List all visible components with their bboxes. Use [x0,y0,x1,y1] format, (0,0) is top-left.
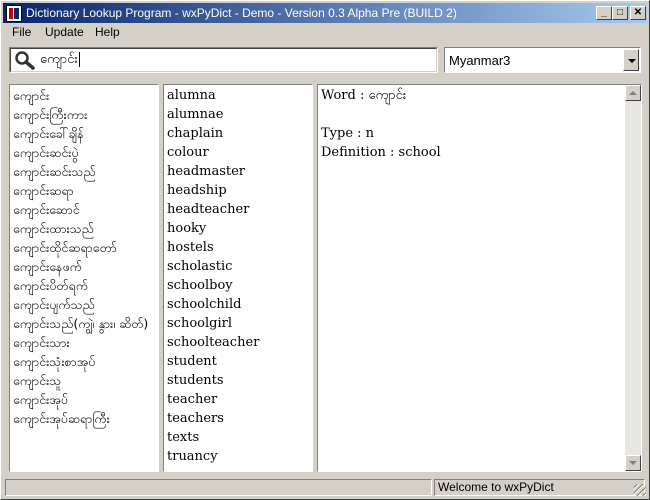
english-list: alumna alumnae chaplain colour headmaste… [164,85,312,466]
list-item[interactable]: ကျောင်းဆင်းပွဲ [13,143,158,162]
list-item[interactable]: truancy [167,447,312,466]
list-item[interactable]: texts [167,428,312,447]
list-item[interactable]: ကျောင်းအုပ် [13,390,158,409]
list-item[interactable]: ကျောင်းသည်(ကျွဲ၊ နွား၊ ဆိတ်) [13,314,158,333]
menu-bar: File Update Help [3,24,647,42]
list-item[interactable]: teachers [167,409,312,428]
app-icon[interactable] [6,5,22,22]
definition-content: Word : ကျောင်း Type : n Definition : sch… [321,86,441,162]
status-message: Welcome to wxPyDict [434,479,645,496]
minimize-button[interactable]: _ [596,6,612,20]
list-item[interactable]: hostels [167,238,312,257]
search-input[interactable]: ကျောင်း [40,51,420,69]
list-item[interactable]: ကျောင်းသုံးစာအုပ် [13,352,158,371]
list-item[interactable]: schoolboy [167,276,312,295]
dropdown-arrow-icon[interactable] [623,49,639,71]
scroll-down-icon[interactable] [625,455,641,471]
menu-update[interactable]: Update [45,25,84,39]
status-field-left [5,479,432,496]
close-button[interactable]: ✕ [630,6,646,20]
font-select-value: Myanmar3 [449,53,511,68]
search-input-value: ကျောင်း [40,52,78,67]
list-item[interactable]: ကျောင်း [13,86,158,105]
list-item[interactable]: schoolchild [167,295,312,314]
list-item[interactable]: hooky [167,219,312,238]
list-item[interactable]: schoolteacher [167,333,312,352]
title-bar[interactable]: Dictionary Lookup Program - wxPyDict - D… [3,3,647,23]
list-item[interactable]: ကျောင်းပိတ်ရက် [13,276,158,295]
definition-text: Definition : school [321,145,441,160]
list-item[interactable]: ကျောင်းသူ [13,371,158,390]
list-item[interactable]: alumna [167,86,312,105]
english-word-list[interactable]: alumna alumnae chaplain colour headmaste… [163,84,313,472]
list-item[interactable]: ကျောင်းဆင်းသည် [13,162,158,181]
list-item[interactable]: teacher [167,390,312,409]
definition-type: Type : n [321,126,375,141]
text-caret [78,52,80,67]
definition-scrollbar[interactable] [625,85,641,471]
list-item[interactable]: alumnae [167,105,312,124]
list-item[interactable]: headteacher [167,200,312,219]
list-item[interactable]: ကျောင်းပျက်သည် [13,295,158,314]
resize-grip-icon[interactable] [634,484,646,496]
list-item[interactable]: ကျောင်းဆရာ [13,181,158,200]
list-item[interactable]: ကျောင်းဆောင် [13,200,158,219]
status-bar: Welcome to wxPyDict [3,478,647,497]
list-item[interactable]: student [167,352,312,371]
list-item[interactable]: ကျောင်းသား [13,333,158,352]
list-item[interactable]: ကျောင်းနေဖက် [13,257,158,276]
burmese-list: ကျောင်း ကျောင်းကြီးကား ကျောင်းခေါ်ချိန် … [10,85,158,428]
list-item[interactable]: schoolgirl [167,314,312,333]
list-item[interactable]: scholastic [167,257,312,276]
list-item[interactable]: ကျောင်းအုပ်ဆရာကြီး [13,409,158,428]
scroll-up-icon[interactable] [625,85,641,101]
list-item[interactable]: ကျောင်းထားသည် [13,219,158,238]
list-item[interactable]: ကျောင်းထိုင်ဆရာတော် [13,238,158,257]
list-item[interactable]: headship [167,181,312,200]
window-title: Dictionary Lookup Program - wxPyDict - D… [26,6,457,20]
search-icon[interactable] [14,50,36,70]
burmese-word-list[interactable]: ကျောင်း ကျောင်းကြီးကား ကျောင်းခေါ်ချိန် … [9,84,159,472]
menu-help[interactable]: Help [95,25,120,39]
list-item[interactable]: ကျောင်းခေါ်ချိန် [13,124,158,143]
search-box[interactable]: ကျောင်း [9,47,438,73]
list-item[interactable]: headmaster [167,162,312,181]
definition-spacer [321,105,441,124]
list-item[interactable]: chaplain [167,124,312,143]
list-item[interactable]: colour [167,143,312,162]
maximize-button[interactable]: □ [612,6,628,20]
list-item[interactable]: ကျောင်းကြီးကား [13,105,158,124]
definition-pane[interactable]: Word : ကျောင်း Type : n Definition : sch… [317,84,642,472]
font-select[interactable]: Myanmar3 [444,47,641,73]
main-window: Dictionary Lookup Program - wxPyDict - D… [0,0,650,500]
definition-word: Word : ကျောင်း [321,88,407,103]
list-item[interactable]: students [167,371,312,390]
menu-file[interactable]: File [12,25,31,39]
